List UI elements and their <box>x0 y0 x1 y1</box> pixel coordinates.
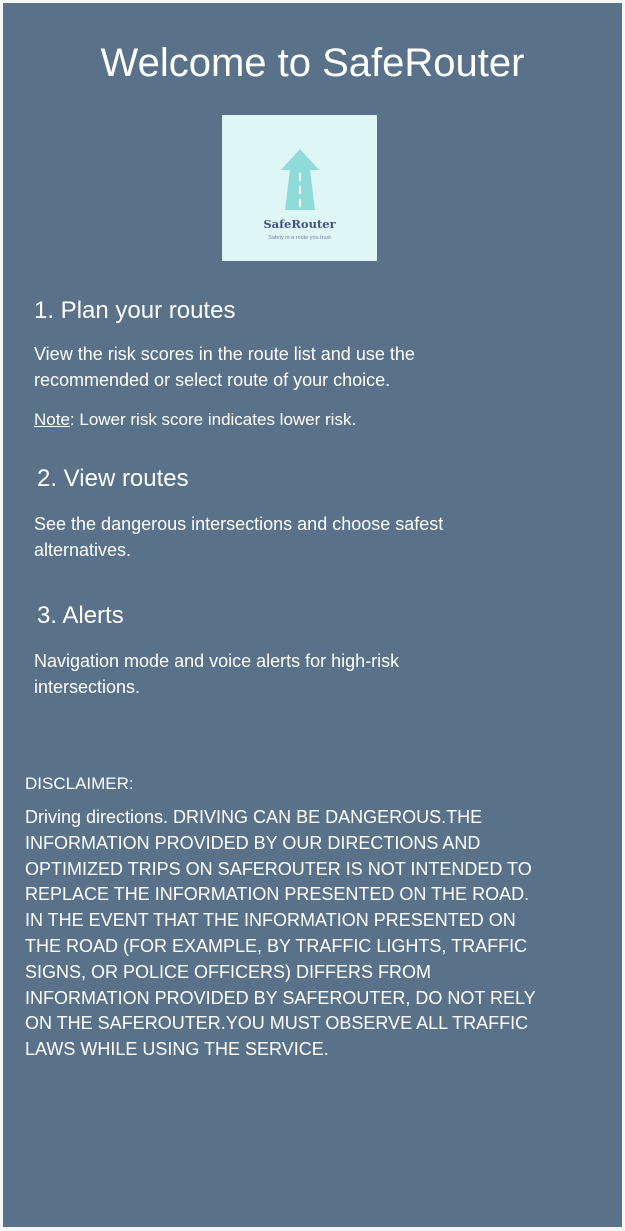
welcome-screen: Welcome to SafeRouter SafeRouter Safety … <box>3 3 622 1227</box>
section-body-view-routes: See the dangerous intersections and choo… <box>34 514 444 560</box>
risk-note: Note: Lower risk score indicates lower r… <box>34 409 356 431</box>
section-heading-alerts: 3. Alerts <box>37 602 124 629</box>
note-text: : Lower risk score indicates lower risk. <box>69 410 357 429</box>
page-title: Welcome to SafeRouter <box>100 41 525 85</box>
section-body-alerts: Navigation mode and voice alerts for hig… <box>34 651 400 697</box>
logo-name: SafeRouter <box>263 217 336 231</box>
app-logo: SafeRouter Safety in a route you trust <box>222 115 377 261</box>
disclaimer-text: Driving directions. DRIVING CAN BE DANGE… <box>25 807 536 1060</box>
section-heading-view-routes: 2. View routes <box>37 465 189 492</box>
note-label: Note <box>34 410 70 429</box>
disclaimer-title: DISCLAIMER: <box>25 774 134 793</box>
section-heading-plan-routes: 1. Plan your routes <box>34 297 236 324</box>
logo-tagline: Safety in a route you trust <box>268 235 331 241</box>
section-body-plan-routes: View the risk scores in the route list a… <box>34 344 415 390</box>
